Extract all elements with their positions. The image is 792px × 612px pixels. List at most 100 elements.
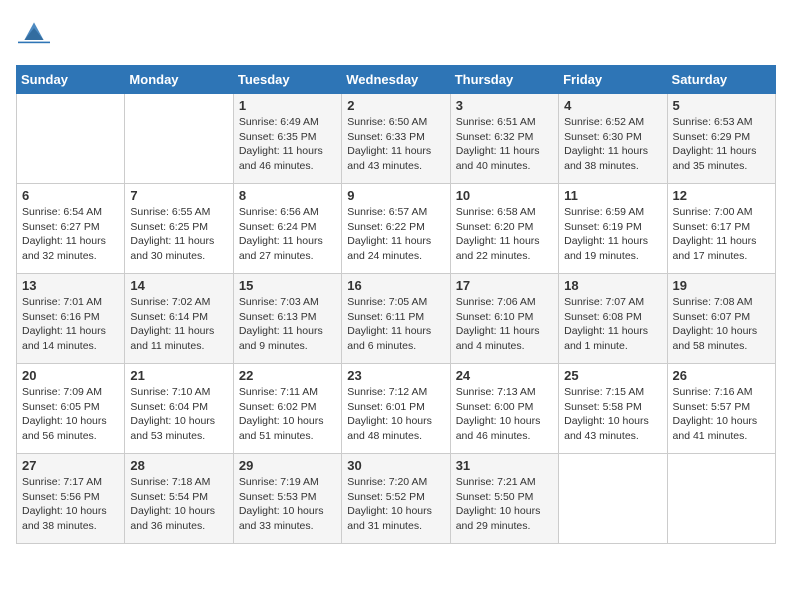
calendar-cell <box>17 94 125 184</box>
day-number: 18 <box>564 278 661 293</box>
calendar-cell: 26 Sunrise: 7:16 AM Sunset: 5:57 PM Dayli… <box>667 364 775 454</box>
calendar-cell: 24Sunrise: 7:13 AM Sunset: 6:00 PM Dayli… <box>450 364 558 454</box>
calendar-cell: 11 Sunrise: 6:59 AM Sunset: 6:19 PM Dayli… <box>559 184 667 274</box>
day-number: 11 <box>564 188 661 203</box>
day-info: Sunrise: 7:01 AM Sunset: 6:16 PM Dayligh… <box>22 295 119 354</box>
day-info: Sunrise: 7:00 AM Sunset: 6:17 PM Dayligh… <box>673 205 770 264</box>
day-info: Sunrise: 6:50 AM Sunset: 6:33 PM Dayligh… <box>347 115 444 174</box>
calendar-cell: 31 Sunrise: 7:21 AM Sunset: 5:50 PM Dayli… <box>450 454 558 544</box>
weekday-header-wednesday: Wednesday <box>342 66 450 94</box>
day-info: Sunrise: 7:02 AM Sunset: 6:14 PM Dayligh… <box>130 295 227 354</box>
calendar-week-2: 6Sunrise: 6:54 AM Sunset: 6:27 PM Daylig… <box>17 184 776 274</box>
day-number: 30 <box>347 458 444 473</box>
day-number: 25 <box>564 368 661 383</box>
day-number: 1 <box>239 98 336 113</box>
day-info: Sunrise: 6:55 AM Sunset: 6:25 PM Dayligh… <box>130 205 227 264</box>
day-number: 21 <box>130 368 227 383</box>
day-number: 27 <box>22 458 119 473</box>
calendar-cell: 15 Sunrise: 7:03 AM Sunset: 6:13 PM Dayli… <box>233 274 341 364</box>
day-info: Sunrise: 7:06 AM Sunset: 6:10 PM Dayligh… <box>456 295 553 354</box>
day-info: Sunrise: 7:09 AM Sunset: 6:05 PM Dayligh… <box>22 385 119 444</box>
calendar-cell: 16Sunrise: 7:05 AM Sunset: 6:11 PM Dayli… <box>342 274 450 364</box>
calendar-cell: 3Sunrise: 6:51 AM Sunset: 6:32 PM Daylig… <box>450 94 558 184</box>
day-info: Sunrise: 6:58 AM Sunset: 6:20 PM Dayligh… <box>456 205 553 264</box>
weekday-header-tuesday: Tuesday <box>233 66 341 94</box>
calendar-cell: 23 Sunrise: 7:12 AM Sunset: 6:01 PM Dayli… <box>342 364 450 454</box>
logo <box>16 16 52 53</box>
calendar-cell: 12Sunrise: 7:00 AM Sunset: 6:17 PM Dayli… <box>667 184 775 274</box>
calendar-cell: 30Sunrise: 7:20 AM Sunset: 5:52 PM Dayli… <box>342 454 450 544</box>
day-number: 4 <box>564 98 661 113</box>
calendar-cell: 18Sunrise: 7:07 AM Sunset: 6:08 PM Dayli… <box>559 274 667 364</box>
calendar-cell: 28 Sunrise: 7:18 AM Sunset: 5:54 PM Dayli… <box>125 454 233 544</box>
calendar-cell: 22 Sunrise: 7:11 AM Sunset: 6:02 PM Dayli… <box>233 364 341 454</box>
day-info: Sunrise: 6:53 AM Sunset: 6:29 PM Dayligh… <box>673 115 770 174</box>
calendar-cell: 27 Sunrise: 7:17 AM Sunset: 5:56 PM Dayli… <box>17 454 125 544</box>
calendar-cell: 14 Sunrise: 7:02 AM Sunset: 6:14 PM Dayli… <box>125 274 233 364</box>
weekday-header-monday: Monday <box>125 66 233 94</box>
day-info: Sunrise: 7:17 AM Sunset: 5:56 PM Dayligh… <box>22 475 119 534</box>
day-info: Sunrise: 6:59 AM Sunset: 6:19 PM Dayligh… <box>564 205 661 264</box>
calendar-week-5: 27 Sunrise: 7:17 AM Sunset: 5:56 PM Dayli… <box>17 454 776 544</box>
calendar-cell <box>667 454 775 544</box>
calendar-cell: 13 Sunrise: 7:01 AM Sunset: 6:16 PM Dayli… <box>17 274 125 364</box>
calendar-week-1: 1 Sunrise: 6:49 AM Sunset: 6:35 PM Daylig… <box>17 94 776 184</box>
weekday-header-friday: Friday <box>559 66 667 94</box>
day-number: 8 <box>239 188 336 203</box>
calendar-cell: 4 Sunrise: 6:52 AM Sunset: 6:30 PM Daylig… <box>559 94 667 184</box>
day-info: Sunrise: 7:12 AM Sunset: 6:01 PM Dayligh… <box>347 385 444 444</box>
day-info: Sunrise: 7:15 AM Sunset: 5:58 PM Dayligh… <box>564 385 661 444</box>
calendar-cell: 6Sunrise: 6:54 AM Sunset: 6:27 PM Daylig… <box>17 184 125 274</box>
weekday-header-thursday: Thursday <box>450 66 558 94</box>
day-info: Sunrise: 6:54 AM Sunset: 6:27 PM Dayligh… <box>22 205 119 264</box>
day-info: Sunrise: 7:13 AM Sunset: 6:00 PM Dayligh… <box>456 385 553 444</box>
day-number: 7 <box>130 188 227 203</box>
day-number: 29 <box>239 458 336 473</box>
day-number: 16 <box>347 278 444 293</box>
day-number: 26 <box>673 368 770 383</box>
day-number: 3 <box>456 98 553 113</box>
day-info: Sunrise: 6:52 AM Sunset: 6:30 PM Dayligh… <box>564 115 661 174</box>
weekday-header-sunday: Sunday <box>17 66 125 94</box>
day-number: 20 <box>22 368 119 383</box>
calendar-week-3: 13 Sunrise: 7:01 AM Sunset: 6:16 PM Dayli… <box>17 274 776 364</box>
day-number: 10 <box>456 188 553 203</box>
calendar-cell: 17Sunrise: 7:06 AM Sunset: 6:10 PM Dayli… <box>450 274 558 364</box>
day-info: Sunrise: 7:03 AM Sunset: 6:13 PM Dayligh… <box>239 295 336 354</box>
day-number: 5 <box>673 98 770 113</box>
calendar-cell: 9Sunrise: 6:57 AM Sunset: 6:22 PM Daylig… <box>342 184 450 274</box>
day-info: Sunrise: 7:21 AM Sunset: 5:50 PM Dayligh… <box>456 475 553 534</box>
calendar-cell: 21 Sunrise: 7:10 AM Sunset: 6:04 PM Dayli… <box>125 364 233 454</box>
calendar-cell: 7 Sunrise: 6:55 AM Sunset: 6:25 PM Daylig… <box>125 184 233 274</box>
day-number: 22 <box>239 368 336 383</box>
day-info: Sunrise: 7:10 AM Sunset: 6:04 PM Dayligh… <box>130 385 227 444</box>
day-number: 2 <box>347 98 444 113</box>
calendar-cell: 10 Sunrise: 6:58 AM Sunset: 6:20 PM Dayli… <box>450 184 558 274</box>
logo-icon <box>18 16 50 48</box>
day-number: 13 <box>22 278 119 293</box>
calendar-cell: 25 Sunrise: 7:15 AM Sunset: 5:58 PM Dayli… <box>559 364 667 454</box>
day-info: Sunrise: 6:49 AM Sunset: 6:35 PM Dayligh… <box>239 115 336 174</box>
day-info: Sunrise: 7:18 AM Sunset: 5:54 PM Dayligh… <box>130 475 227 534</box>
day-number: 31 <box>456 458 553 473</box>
calendar-cell: 19Sunrise: 7:08 AM Sunset: 6:07 PM Dayli… <box>667 274 775 364</box>
day-info: Sunrise: 7:16 AM Sunset: 5:57 PM Dayligh… <box>673 385 770 444</box>
calendar-cell: 1 Sunrise: 6:49 AM Sunset: 6:35 PM Daylig… <box>233 94 341 184</box>
day-info: Sunrise: 6:57 AM Sunset: 6:22 PM Dayligh… <box>347 205 444 264</box>
day-info: Sunrise: 7:08 AM Sunset: 6:07 PM Dayligh… <box>673 295 770 354</box>
calendar-cell: 20 Sunrise: 7:09 AM Sunset: 6:05 PM Dayli… <box>17 364 125 454</box>
calendar-cell: 2 Sunrise: 6:50 AM Sunset: 6:33 PM Daylig… <box>342 94 450 184</box>
day-info: Sunrise: 7:19 AM Sunset: 5:53 PM Dayligh… <box>239 475 336 534</box>
day-number: 14 <box>130 278 227 293</box>
page-header <box>16 16 776 53</box>
calendar-header: SundayMondayTuesdayWednesdayThursdayFrid… <box>17 66 776 94</box>
calendar-body: 1 Sunrise: 6:49 AM Sunset: 6:35 PM Daylig… <box>17 94 776 544</box>
calendar-cell <box>559 454 667 544</box>
day-number: 28 <box>130 458 227 473</box>
weekday-header-row: SundayMondayTuesdayWednesdayThursdayFrid… <box>17 66 776 94</box>
day-number: 15 <box>239 278 336 293</box>
day-number: 23 <box>347 368 444 383</box>
calendar-cell: 29 Sunrise: 7:19 AM Sunset: 5:53 PM Dayli… <box>233 454 341 544</box>
calendar-cell <box>125 94 233 184</box>
day-info: Sunrise: 7:11 AM Sunset: 6:02 PM Dayligh… <box>239 385 336 444</box>
